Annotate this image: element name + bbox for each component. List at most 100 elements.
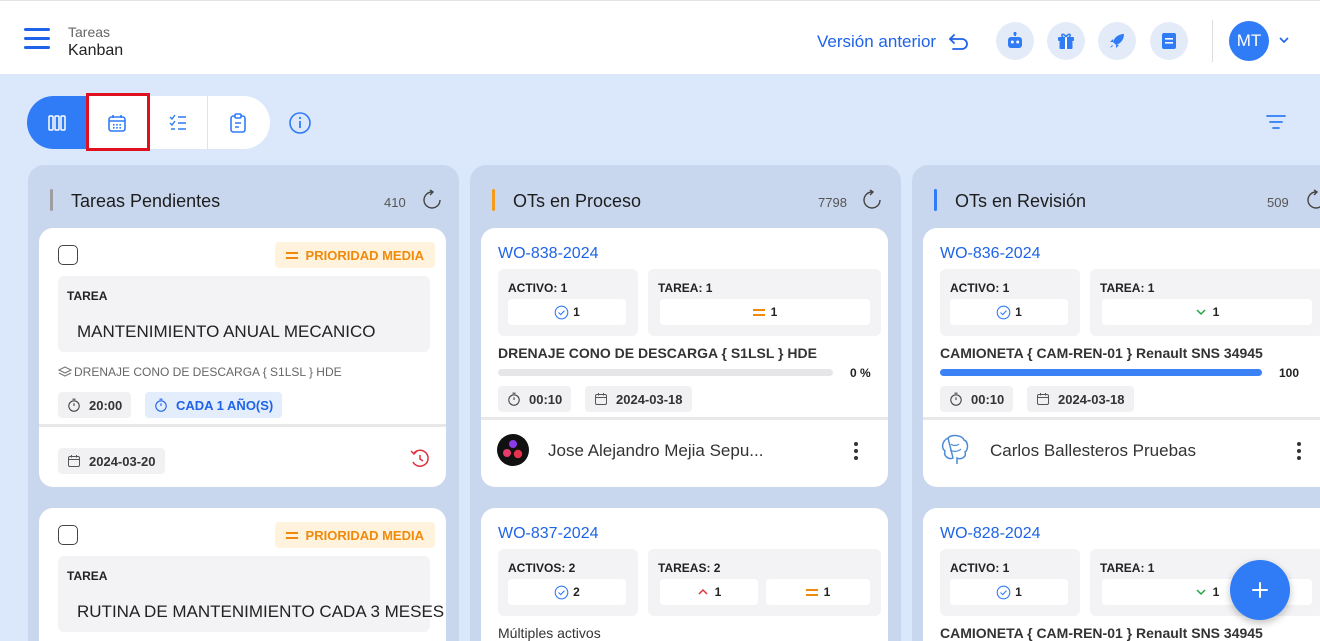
- tasks-high-pill: 1: [660, 579, 758, 605]
- progress-bar: [940, 369, 1262, 376]
- asset-title: Múltiples activos: [498, 625, 601, 641]
- date-value: 2024-03-20: [89, 453, 156, 469]
- calendar-view-icon: [108, 114, 126, 132]
- column-color-bar: [50, 189, 53, 211]
- check-circle-icon: [996, 305, 1011, 319]
- assignee-row: Carlos Ballesteros Pruebas: [923, 420, 1320, 484]
- column-title: OTs en Revisión: [955, 191, 1087, 211]
- asset-title: DRENAJE CONO DE DESCARGA { S1LSL } HDE: [498, 345, 817, 361]
- tasks-count: 1: [1212, 305, 1220, 319]
- history-icon[interactable]: [409, 448, 431, 470]
- tasks-box: TAREA: 1 1: [1090, 269, 1320, 336]
- check-circle-icon: [554, 305, 569, 319]
- tasks-box: TAREAS: 2 1 1: [648, 549, 881, 616]
- kanban-view-button[interactable]: [27, 96, 87, 149]
- assets-label: ACTIVOS: 2: [508, 561, 576, 575]
- calendar-icon: [68, 455, 80, 467]
- avatar[interactable]: MT: [1229, 21, 1269, 61]
- undo-icon[interactable]: [948, 32, 970, 50]
- date-value: 2024-03-18: [1058, 391, 1125, 407]
- more-options-icon[interactable]: [854, 442, 858, 460]
- previous-version-link[interactable]: Versión anterior: [817, 32, 936, 52]
- priority-low-icon: [1196, 589, 1206, 596]
- date-chip: 2024-03-18: [1027, 386, 1134, 412]
- task-box: TAREA RUTINA DE MANTENIMIENTO CADA 3 MES…: [58, 556, 444, 632]
- assignee-name: Jose Alejandro Mejia Sepu...: [548, 441, 764, 460]
- task-label: TAREA: [67, 289, 108, 303]
- robot-icon[interactable]: [996, 22, 1034, 60]
- column-title: OTs en Proceso: [513, 191, 642, 211]
- breadcrumb-parent[interactable]: Tareas: [68, 24, 110, 40]
- work-order-code[interactable]: WO-838-2024: [498, 245, 599, 263]
- duration-chip: 00:10: [940, 386, 1014, 412]
- tasks-count: 1: [770, 305, 778, 319]
- task-checkbox[interactable]: [58, 525, 78, 545]
- column-title: Tareas Pendientes: [71, 191, 221, 211]
- date-chip: 2024-03-20: [58, 448, 165, 474]
- view-switcher: [27, 96, 270, 149]
- asset-name: DRENAJE CONO DE DESCARGA { S1LSL } HDE: [74, 365, 342, 379]
- task-card[interactable]: PRIORIDAD MEDIA TAREA MANTENIMIENTO ANUA…: [39, 228, 446, 487]
- tasks-label: TAREA: 1: [658, 281, 713, 295]
- chevron-down-icon[interactable]: [1278, 34, 1290, 46]
- column-color-bar: [934, 189, 937, 211]
- column-in-process: OTs en Proceso 7798 WO-838-2024 ACTIVO: …: [470, 165, 901, 641]
- priority-badge: PRIORIDAD MEDIA: [274, 522, 435, 548]
- work-order-code[interactable]: WO-828-2024: [940, 525, 1041, 543]
- add-button[interactable]: [1230, 560, 1290, 620]
- asset-line: DRENAJE CONO DE DESCARGA { S1LSL } HDE: [58, 365, 342, 379]
- tasks-box: TAREA: 1 1: [648, 269, 881, 336]
- avatar: [497, 434, 529, 466]
- notes-icon[interactable]: [1150, 22, 1188, 60]
- timer-icon: [155, 398, 167, 412]
- layers-icon: [58, 366, 72, 377]
- gift-icon[interactable]: [1047, 22, 1085, 60]
- column-count: 410: [384, 195, 406, 210]
- menu-icon[interactable]: [24, 28, 50, 50]
- progress-percent: 100: [1279, 366, 1300, 380]
- column-header: Tareas Pendientes 410: [28, 165, 459, 225]
- plus-icon: [1252, 582, 1268, 598]
- task-label: TAREA: [67, 569, 108, 583]
- refresh-icon[interactable]: [861, 189, 883, 211]
- check-circle-icon: [554, 585, 569, 599]
- info-icon[interactable]: [288, 111, 312, 135]
- assets-box: ACTIVO: 1 1: [940, 269, 1080, 336]
- clipboard-view-icon: [229, 112, 246, 133]
- checklist-view-button[interactable]: [147, 96, 207, 149]
- rocket-icon[interactable]: [1098, 22, 1136, 60]
- task-box: TAREA MANTENIMIENTO ANUAL MECANICO: [58, 276, 430, 352]
- refresh-icon[interactable]: [421, 189, 443, 211]
- priority-low-icon: [1196, 309, 1206, 316]
- tasks-pill: 1: [1102, 299, 1312, 325]
- filter-icon[interactable]: [1265, 113, 1287, 131]
- work-order-code[interactable]: WO-836-2024: [940, 245, 1041, 263]
- work-order-card[interactable]: WO-838-2024 ACTIVO: 1 1 TAREA: 1 1 DRENA…: [481, 228, 888, 487]
- clipboard-view-button[interactable]: [207, 96, 267, 149]
- refresh-icon[interactable]: [1305, 189, 1320, 211]
- assets-count: 1: [1015, 585, 1022, 599]
- asset-title: CAMIONETA { CAM-REN-01 } Renault SNS 349…: [940, 345, 1263, 361]
- top-bar: Tareas Kanban Versión anterior MT: [0, 0, 1320, 74]
- priority-label: PRIORIDAD MEDIA: [305, 247, 424, 263]
- work-order-card[interactable]: WO-837-2024 ACTIVOS: 2 2 TAREAS: 2 1 1 M…: [481, 508, 888, 641]
- assets-box: ACTIVO: 1 1: [940, 549, 1080, 616]
- assets-pill: 2: [508, 579, 626, 605]
- calendar-view-button[interactable]: [87, 96, 147, 149]
- assets-pill: 1: [950, 579, 1068, 605]
- duration-chip: 00:10: [498, 386, 572, 412]
- task-card[interactable]: PRIORIDAD MEDIA TAREA RUTINA DE MANTENIM…: [39, 508, 446, 641]
- work-order-code[interactable]: WO-837-2024: [498, 525, 599, 543]
- tasks-high-count: 1: [714, 585, 722, 599]
- priority-medium-icon: [805, 586, 818, 599]
- calendar-icon: [1037, 393, 1049, 405]
- progress-fill: [940, 369, 1262, 376]
- task-name: RUTINA DE MANTENIMIENTO CADA 3 MESES: [77, 602, 445, 621]
- priority-label: PRIORIDAD MEDIA: [305, 527, 424, 543]
- progress-percent: 0 %: [850, 366, 871, 380]
- duration-value: 00:10: [971, 391, 1005, 407]
- more-options-icon[interactable]: [1297, 442, 1301, 460]
- card-divider: [39, 424, 446, 427]
- task-checkbox[interactable]: [58, 245, 78, 265]
- work-order-card[interactable]: WO-836-2024 ACTIVO: 1 1 TAREA: 1 1 CAMIO…: [923, 228, 1320, 487]
